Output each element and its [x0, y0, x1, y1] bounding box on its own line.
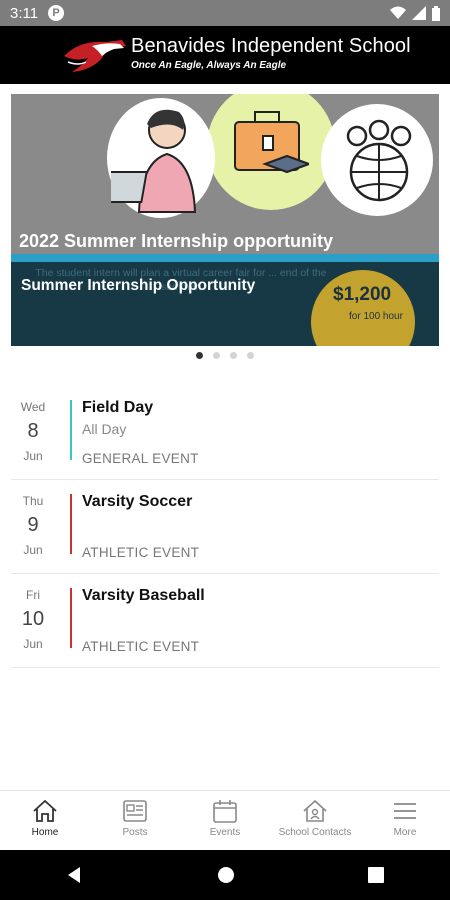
event-date: Thu 9 Jun: [11, 494, 55, 557]
status-icons: [390, 5, 440, 21]
events-list: Wed 8 Jun Field Day All Day GENERAL EVEN…: [11, 386, 439, 668]
featured-banner[interactable]: 2022 Summer Internship opportunity The s…: [11, 94, 439, 346]
home-icon: [33, 799, 57, 822]
event-weekday: Wed: [20, 400, 46, 414]
stipend-amount: $1,200: [333, 284, 392, 305]
app-header: Benavides Independent School Once An Eag…: [0, 26, 450, 84]
menu-icon: [394, 803, 416, 819]
notification-icon: P: [48, 5, 65, 21]
event-weekday: Thu: [22, 494, 44, 508]
tab-label: School Contacts: [278, 827, 352, 838]
bottom-tab-bar: Home Posts Events School Contacts More: [0, 790, 450, 850]
tab-label: More: [393, 827, 417, 838]
school-name: Benavides Independent School: [131, 35, 411, 57]
event-date: Wed 8 Jun: [11, 400, 55, 463]
carousel-dot[interactable]: [230, 352, 237, 359]
event-time: All Day: [82, 421, 127, 437]
tab-label: Posts: [122, 827, 148, 838]
school-motto: Once An Eagle, Always An Eagle: [131, 60, 287, 71]
event-month: Jun: [23, 637, 43, 651]
student-laptop-icon: [111, 109, 197, 213]
tab-label: Events: [209, 827, 241, 838]
tab-label: Home: [31, 827, 59, 838]
tab-school-contacts[interactable]: School Contacts: [270, 791, 360, 850]
event-category: ATHLETIC EVENT: [82, 639, 200, 654]
event-title: Varsity Baseball: [82, 587, 205, 604]
event-category-bar: [70, 588, 72, 648]
event-item[interactable]: Wed 8 Jun Field Day All Day GENERAL EVEN…: [11, 386, 439, 480]
status-time: 3:11: [10, 4, 39, 22]
people-globe-icon: [346, 119, 412, 202]
back-icon[interactable]: [66, 866, 84, 884]
banner-headline: 2022 Summer Internship opportunity: [19, 231, 334, 251]
event-category-bar: [70, 494, 72, 554]
contacts-icon: [303, 799, 327, 822]
home-button-icon[interactable]: [217, 866, 235, 884]
status-bar: 3:11 P: [0, 0, 450, 26]
event-category: GENERAL EVENT: [82, 451, 199, 466]
stipend-subtext: for 100 hour: [349, 311, 403, 322]
event-day: 8: [27, 420, 39, 442]
banner-overlay-title: Summer Internship Opportunity: [21, 277, 256, 294]
tab-posts[interactable]: Posts: [90, 791, 180, 850]
event-title: Varsity Soccer: [82, 493, 193, 510]
carousel-indicator: [0, 352, 450, 359]
signal-icon: [412, 6, 426, 20]
event-date: Fri 10 Jun: [11, 588, 55, 651]
event-category-bar: [70, 400, 72, 460]
briefcase-icon: [234, 111, 309, 174]
battery-icon: [432, 5, 440, 21]
recents-icon[interactable]: [367, 867, 384, 883]
wifi-icon: [390, 6, 406, 19]
tab-home[interactable]: Home: [0, 791, 90, 850]
event-day: 10: [21, 608, 45, 630]
event-item[interactable]: Thu 9 Jun Varsity Soccer ATHLETIC EVENT: [11, 480, 439, 574]
event-category: ATHLETIC EVENT: [82, 545, 200, 560]
eagle-logo-icon: [64, 40, 126, 72]
event-month: Jun: [23, 449, 43, 463]
event-item[interactable]: Fri 10 Jun Varsity Baseball ATHLETIC EVE…: [11, 574, 439, 668]
carousel-dot[interactable]: [213, 352, 220, 359]
tab-more[interactable]: More: [360, 791, 450, 850]
event-day: 9: [27, 514, 39, 536]
system-nav-bar: [0, 850, 450, 900]
event-weekday: Fri: [26, 588, 40, 602]
carousel-dot[interactable]: [247, 352, 254, 359]
event-title: Field Day: [82, 399, 154, 416]
event-month: Jun: [23, 543, 43, 557]
posts-icon: [123, 800, 147, 822]
carousel-dot[interactable]: [196, 352, 203, 359]
calendar-icon: [213, 800, 237, 823]
tab-events[interactable]: Events: [180, 791, 270, 850]
